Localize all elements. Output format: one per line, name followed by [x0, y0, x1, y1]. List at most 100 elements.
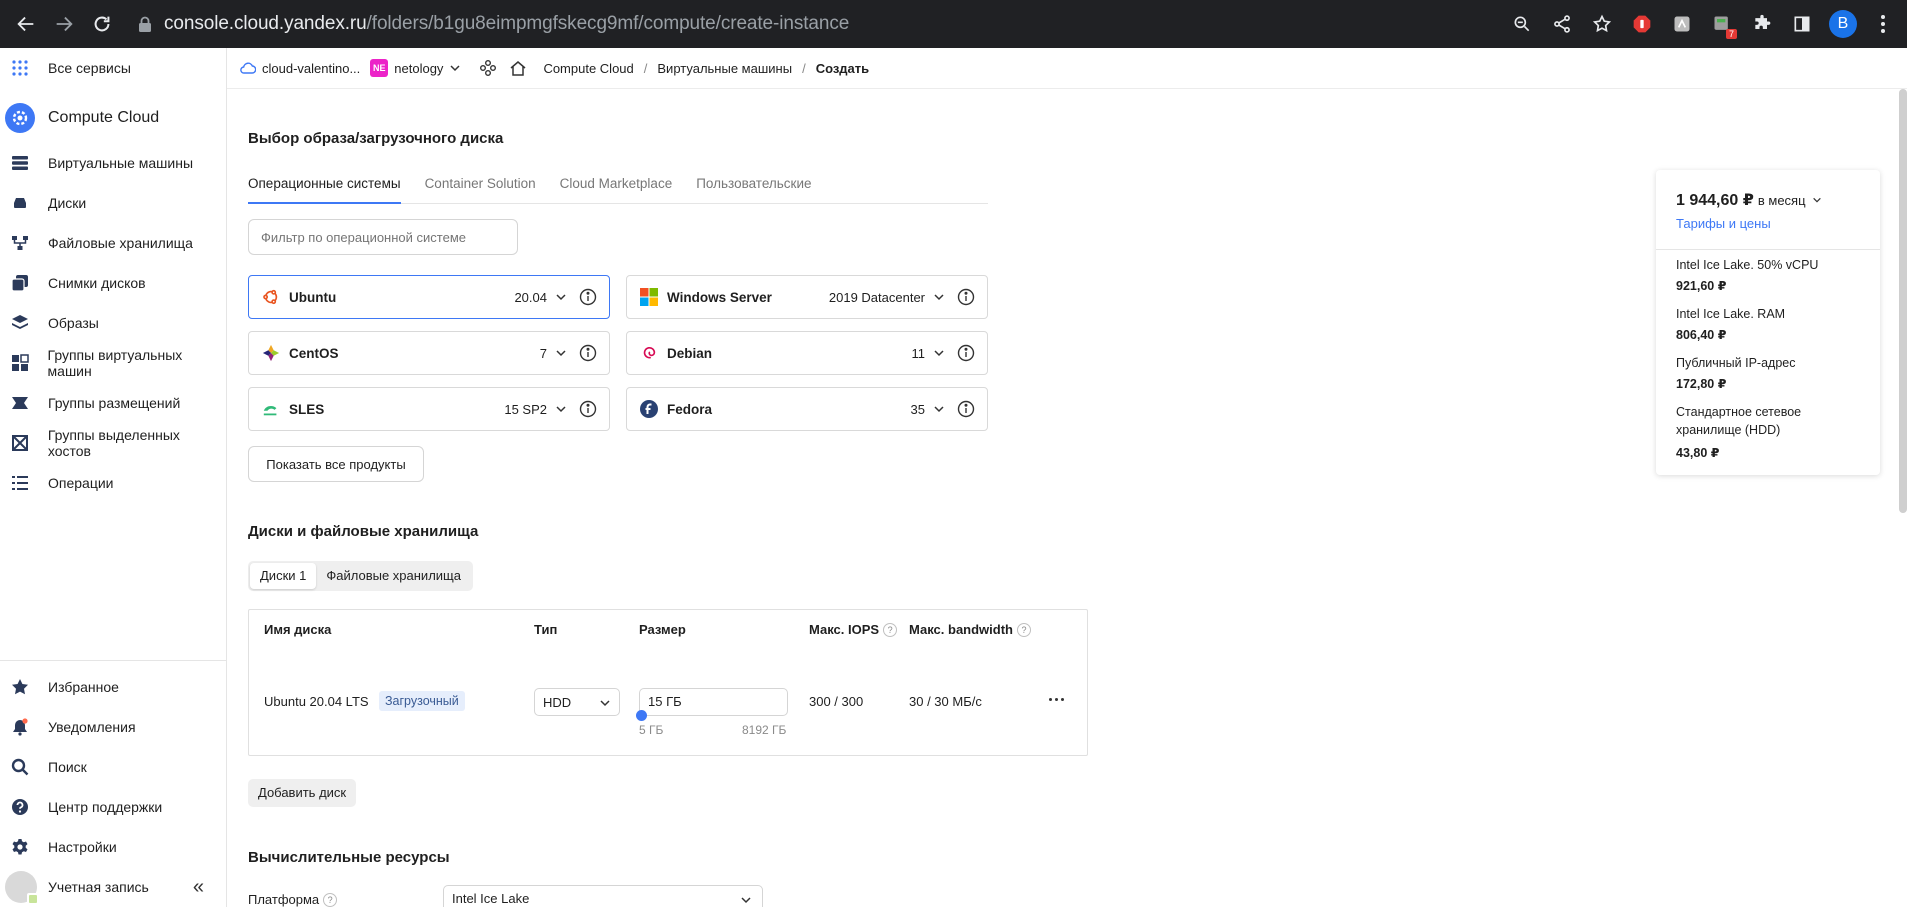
- sidebar-item-instance-groups[interactable]: Группы виртуальных машин: [0, 345, 226, 381]
- os-card-windows[interactable]: Windows Server 2019 Datacenter: [626, 275, 988, 319]
- os-card-ubuntu[interactable]: Ubuntu 20.04: [248, 275, 610, 319]
- chevron-down-icon[interactable]: [933, 291, 945, 303]
- chevron-down-icon[interactable]: [555, 291, 567, 303]
- collapse-sidebar-icon[interactable]: «: [193, 876, 204, 899]
- sidebar-item-disks[interactable]: Диски: [0, 185, 226, 221]
- sidebar-item-snapshots[interactable]: Снимки дисков: [0, 265, 226, 301]
- chevron-down-icon[interactable]: [449, 62, 461, 74]
- os-filter-input[interactable]: [248, 219, 518, 255]
- sidebar-item-label: Настройки: [48, 839, 117, 855]
- sidebar-item-account[interactable]: Учетная запись «: [0, 869, 226, 905]
- info-icon[interactable]: [957, 344, 975, 362]
- disk-type-select[interactable]: HDD: [534, 688, 620, 716]
- tab-custom[interactable]: Пользовательские: [696, 172, 811, 204]
- tab-os[interactable]: Операционные системы: [248, 172, 401, 204]
- browser-menu-icon[interactable]: [1873, 15, 1893, 33]
- profile-avatar[interactable]: B: [1829, 10, 1857, 38]
- os-version-select[interactable]: 15 SP2: [504, 402, 547, 417]
- add-disk-button[interactable]: Добавить диск: [248, 779, 357, 807]
- os-card-centos[interactable]: CentOS 7: [248, 331, 610, 375]
- tab-file-storages[interactable]: Файловые хранилища: [316, 563, 471, 589]
- chevron-down-icon[interactable]: [933, 403, 945, 415]
- price-line-value: 806,40 ₽: [1676, 328, 1727, 342]
- info-icon[interactable]: [579, 400, 597, 418]
- os-card-sles[interactable]: SLES 15 SP2: [248, 387, 610, 431]
- address-bar[interactable]: console.cloud.yandex.ru/folders/b1gu8eim…: [138, 0, 849, 48]
- info-icon[interactable]: [957, 288, 975, 306]
- extension-notify-icon[interactable]: 7: [1709, 11, 1737, 39]
- crumb-compute-cloud[interactable]: Compute Cloud: [543, 61, 633, 76]
- os-card-debian[interactable]: Debian 11: [626, 331, 988, 375]
- price-total[interactable]: 1 944,60 ₽ в месяц: [1676, 190, 1880, 210]
- side-panel-icon[interactable]: [1789, 11, 1815, 37]
- sidebar-item-settings[interactable]: Настройки: [0, 829, 226, 865]
- sidebar-item-vms[interactable]: Виртуальные машины: [0, 145, 226, 181]
- cloud-name[interactable]: cloud-valentino...: [262, 61, 360, 76]
- info-icon[interactable]: [957, 400, 975, 418]
- back-icon[interactable]: [14, 12, 38, 36]
- os-version-select[interactable]: 7: [540, 346, 547, 361]
- tab-disks[interactable]: Диски 1: [250, 563, 317, 589]
- service-header[interactable]: Compute Cloud: [0, 98, 226, 138]
- tab-marketplace[interactable]: Cloud Marketplace: [560, 172, 673, 204]
- forward-icon[interactable]: [52, 12, 76, 36]
- os-version-select[interactable]: 11: [912, 346, 926, 361]
- folder-name[interactable]: netology: [394, 61, 443, 76]
- disks-table: Имя диска Тип Размер Макс. IOPS? Макс. b…: [248, 609, 1088, 756]
- share-icon[interactable]: [1549, 11, 1575, 37]
- debian-logo-icon: [639, 343, 659, 363]
- sidebar-item-favorites[interactable]: Избранное: [0, 669, 226, 705]
- scrollbar[interactable]: [1899, 89, 1907, 513]
- os-name: Fedora: [667, 401, 713, 417]
- os-version-select[interactable]: 2019 Datacenter: [829, 290, 925, 305]
- sidebar-item-label: Файловые хранилища: [48, 235, 193, 251]
- chevron-down-icon[interactable]: [555, 347, 567, 359]
- disk-size-input[interactable]: 15 ГБ: [639, 688, 788, 716]
- sidebar-item-file-storage[interactable]: Файловые хранилища: [0, 225, 226, 261]
- compute-section-title: Вычислительные ресурсы: [248, 849, 450, 866]
- all-services-item[interactable]: Все сервисы: [0, 50, 226, 86]
- bookmark-star-icon[interactable]: [1589, 11, 1615, 37]
- chevron-down-icon[interactable]: [933, 347, 945, 359]
- platform-select[interactable]: Intel Ice Lake: [443, 885, 763, 907]
- sidebar-item-operations[interactable]: Операции: [0, 465, 226, 501]
- os-version-select[interactable]: 35: [911, 402, 925, 417]
- sidebar-item-label: Группы виртуальных машин: [47, 347, 183, 379]
- zoom-icon[interactable]: [1509, 11, 1535, 37]
- help-icon[interactable]: ?: [323, 892, 338, 907]
- chevron-down-icon[interactable]: [555, 403, 567, 415]
- reload-icon[interactable]: [90, 12, 114, 36]
- home-icon[interactable]: [509, 59, 527, 77]
- help-icon[interactable]: ?: [883, 622, 898, 637]
- image-section-title: Выбор образа/загрузочного диска: [248, 130, 504, 147]
- info-icon[interactable]: [579, 344, 597, 362]
- crumb-vms[interactable]: Виртуальные машины: [657, 61, 792, 76]
- tab-container-solution[interactable]: Container Solution: [425, 172, 536, 204]
- tariffs-link[interactable]: Тарифы и цены: [1676, 216, 1880, 231]
- sidebar-item-host-groups[interactable]: Группы выделенных хостов: [0, 425, 226, 461]
- sidebar-item-placement-groups[interactable]: Группы размещений: [0, 385, 226, 421]
- compute-service-icon[interactable]: [479, 59, 497, 77]
- os-card-fedora[interactable]: Fedora 35: [626, 387, 988, 431]
- windows-logo-icon: [639, 287, 659, 307]
- sidebar-item-notifications[interactable]: Уведомления: [0, 709, 226, 745]
- sidebar-item-images[interactable]: Образы: [0, 305, 226, 341]
- col-header-name: Имя диска: [264, 622, 332, 637]
- show-all-products-button[interactable]: Показать все продукты: [248, 446, 424, 482]
- disk-size-slider-handle[interactable]: [636, 710, 647, 721]
- info-icon[interactable]: [579, 288, 597, 306]
- os-name: Windows Server: [667, 289, 772, 305]
- more-actions-icon[interactable]: [1049, 698, 1064, 701]
- adblock-extension-icon[interactable]: [1629, 11, 1655, 37]
- notification-badge: 7: [1725, 29, 1737, 39]
- sidebar-item-support[interactable]: Центр поддержки: [0, 789, 226, 825]
- extension-icon[interactable]: [1669, 11, 1695, 37]
- chevron-down-icon: [1812, 197, 1821, 203]
- compute-cloud-logo: [5, 103, 35, 133]
- os-version-select[interactable]: 20.04: [514, 290, 547, 305]
- star-icon: [10, 677, 30, 697]
- price-panel: 1 944,60 ₽ в месяц Тарифы и цены Intel I…: [1656, 170, 1880, 475]
- sidebar-item-search[interactable]: Поиск: [0, 749, 226, 785]
- puzzle-icon[interactable]: [1749, 11, 1775, 37]
- help-icon[interactable]: ?: [1017, 622, 1031, 637]
